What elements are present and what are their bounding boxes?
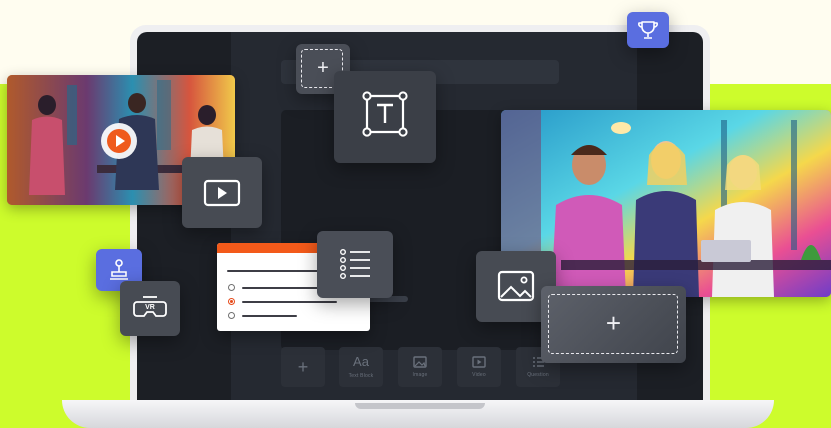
trophy-icon <box>638 21 658 39</box>
video-tool-card[interactable] <box>182 157 262 228</box>
plus-icon: + <box>605 308 622 338</box>
play-button[interactable] <box>101 123 137 159</box>
list-icon <box>340 249 370 280</box>
video-block-button[interactable]: Video <box>457 347 501 387</box>
video-block-label: Video <box>472 372 486 378</box>
image-icon <box>413 356 427 368</box>
text-block-button[interactable]: Aa Text Block <box>339 347 383 387</box>
image-block-button[interactable]: Image <box>398 347 442 387</box>
vr-tool-card[interactable]: VR <box>120 281 180 336</box>
trophy-badge[interactable] <box>627 12 669 48</box>
plus-icon: + <box>297 357 309 377</box>
play-icon <box>107 129 131 153</box>
image-block-label: Image <box>412 372 428 378</box>
video-icon <box>472 356 486 368</box>
text-frame-icon <box>362 91 408 137</box>
radio-option-1[interactable] <box>228 284 235 291</box>
question-list-card[interactable] <box>317 231 393 298</box>
text-aa-icon: Aa <box>353 354 369 369</box>
question-block-label: Question <box>527 372 549 378</box>
laptop-notch <box>355 403 485 409</box>
vr-label: VR <box>145 304 155 311</box>
option-text-line <box>242 315 297 317</box>
text-block-label: Text Block <box>348 373 374 379</box>
video-icon <box>203 179 241 207</box>
add-media-card[interactable]: + <box>541 286 686 363</box>
add-block-button[interactable]: + <box>281 347 325 387</box>
text-tool-card[interactable] <box>334 71 436 163</box>
radio-option-2-selected[interactable] <box>228 298 235 305</box>
option-text-line <box>242 301 337 303</box>
radio-option-3[interactable] <box>228 312 235 319</box>
